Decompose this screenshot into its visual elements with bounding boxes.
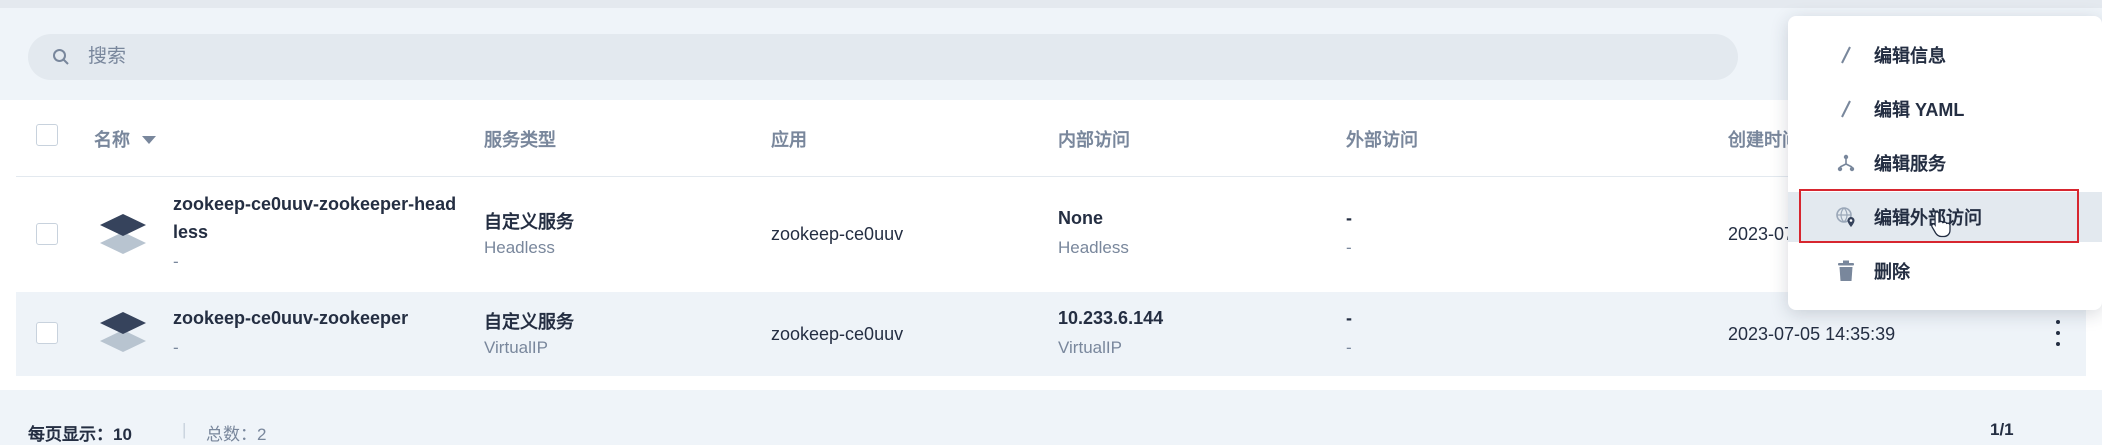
menu-item-label: 编辑服务 (1874, 154, 1946, 174)
row-action-menu: 编辑信息 编辑 YAML 编辑服务 编辑外部访问 删除 (1788, 16, 2102, 310)
app-name: zookeep-ce0uuv (771, 224, 904, 244)
column-internal-access: 内部访问 (1058, 130, 1130, 150)
search-input[interactable] (86, 45, 1590, 69)
trash-icon (1834, 259, 1858, 283)
service-name-line2[interactable]: less (173, 222, 208, 243)
pagination-footer: 每页显示：10 | 总数：2 1/1 (0, 390, 2102, 444)
external-access: - (1346, 308, 1352, 328)
menu-item-label: 编辑 YAML (1874, 100, 1965, 120)
column-service-type: 服务类型 (484, 130, 556, 150)
row-checkbox[interactable] (36, 223, 58, 245)
page-indicator: 1/1 (1990, 420, 2014, 439)
internal-access-sub: VirtualIP (1058, 338, 1122, 357)
external-access-sub: - (1346, 338, 1352, 357)
created-time: 2023-07 (1728, 224, 1795, 244)
service-icon (100, 308, 146, 361)
service-description: - (173, 338, 179, 357)
search-icon (46, 42, 76, 72)
service-type: 自定义服务 (484, 212, 574, 232)
menu-item-label: 删除 (1874, 262, 1910, 282)
sort-down-icon[interactable] (142, 129, 156, 150)
external-access-sub: - (1346, 238, 1352, 257)
top-strip (0, 0, 2102, 8)
column-external-access: 外部访问 (1346, 130, 1418, 150)
footer-divider: | (182, 420, 187, 439)
service-type-sub: VirtualIP (484, 338, 548, 357)
menu-item-edit-info[interactable]: 编辑信息 (1788, 30, 2102, 80)
table-row[interactable]: zookeep-ce0uuv-zookeeper-head less - 自定义… (16, 178, 2086, 291)
search-bar[interactable] (28, 34, 1738, 80)
row-checkbox[interactable] (36, 322, 58, 344)
select-all-checkbox[interactable] (36, 124, 58, 146)
external-access: - (1346, 208, 1352, 228)
table-row[interactable]: zookeep-ce0uuv-zookeeper - 自定义服务 Virtual… (16, 292, 2086, 376)
column-app: 应用 (771, 130, 807, 150)
internal-access-sub: Headless (1058, 238, 1129, 257)
more-options-icon[interactable] (2050, 320, 2066, 346)
service-topology-icon (1834, 151, 1858, 175)
service-type-sub: Headless (484, 238, 555, 257)
service-name[interactable]: zookeep-ce0uuv-zookeeper (173, 308, 408, 329)
pencil-icon (1834, 43, 1858, 67)
service-name-line1[interactable]: zookeep-ce0uuv-zookeeper-head (173, 194, 456, 215)
service-type: 自定义服务 (484, 312, 574, 332)
hand-cursor-icon (1930, 210, 1952, 243)
internal-access: 10.233.6.144 (1058, 308, 1164, 328)
internal-access: None (1058, 208, 1103, 228)
menu-item-label: 编辑信息 (1874, 46, 1946, 66)
total-count: 总数：2 (206, 425, 267, 444)
menu-item-delete[interactable]: 删除 (1788, 246, 2102, 296)
menu-item-edit-service[interactable]: 编辑服务 (1788, 138, 2102, 188)
service-description: - (173, 252, 179, 271)
per-page-label[interactable]: 每页显示：10 (28, 420, 132, 445)
menu-item-edit-yaml[interactable]: 编辑 YAML (1788, 84, 2102, 134)
created-time: 2023-07-05 14:35:39 (1728, 324, 1896, 344)
app-name: zookeep-ce0uuv (771, 324, 904, 344)
table-header: 名称 服务类型 应用 内部访问 外部访问 创建时间 (16, 100, 2086, 177)
pencil-icon (1834, 97, 1858, 121)
column-name[interactable]: 名称 (94, 126, 156, 152)
service-icon (100, 210, 146, 263)
column-name-label: 名称 (94, 130, 130, 150)
